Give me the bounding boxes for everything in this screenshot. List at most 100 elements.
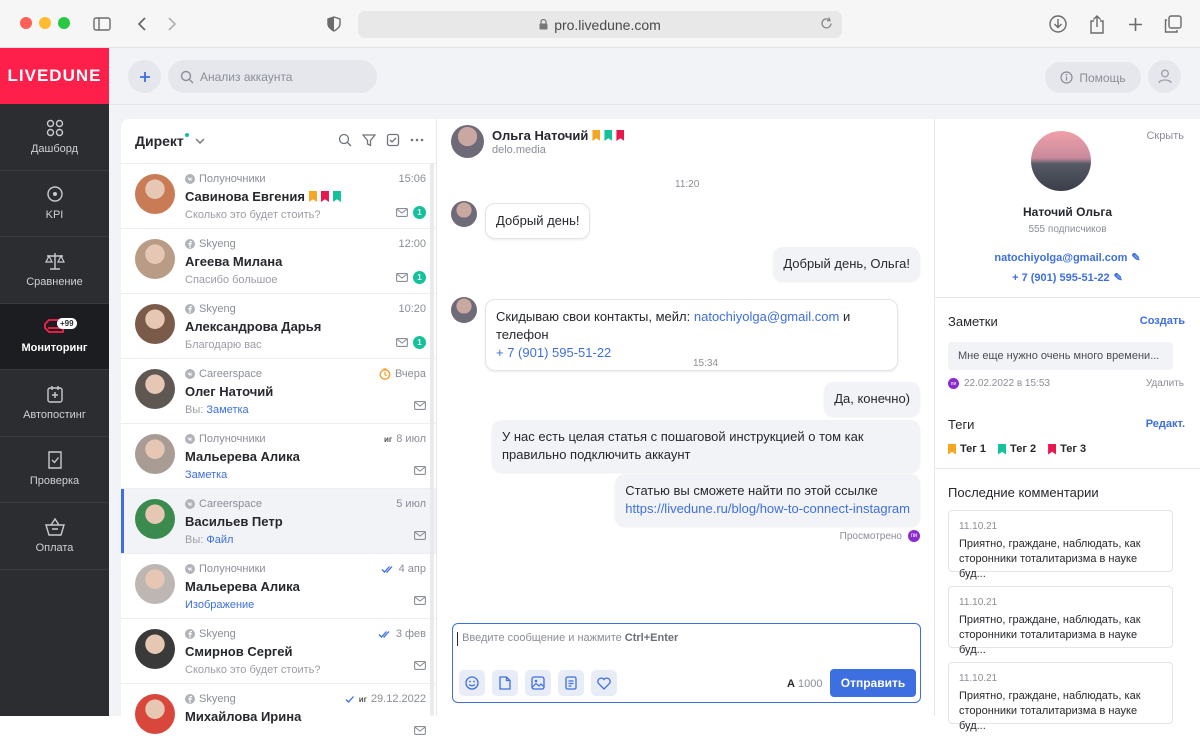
direct-panel: Директ Полуночники Савинова Евгения Скольк… [121,119,1200,735]
conversation-item[interactable]: Skyeng Агеева Милана Спасибо большое 12:00 1 [121,228,436,293]
tag-item[interactable]: Тег 1 [948,443,986,455]
profile-email[interactable]: natochiyolga@gmail.com ✎ [935,251,1200,264]
emoji-button[interactable] [459,670,485,696]
user-menu-button[interactable] [1148,60,1181,93]
help-label: Помощь [1079,70,1126,85]
conversation-item[interactable]: Полуночники Савинова Евгения Сколько это б… [121,163,436,228]
email-link[interactable]: natochiyolga@gmail.com [694,309,839,324]
search-icon[interactable] [338,133,352,147]
double-check-icon [381,565,393,573]
attach-image-button[interactable] [525,670,551,696]
chat-avatar[interactable] [451,125,484,158]
reload-icon[interactable] [820,17,833,33]
share-icon[interactable] [1085,12,1109,36]
article-link[interactable]: https://livedune.ru/blog/how-to-connect-… [625,501,910,516]
contact-name: Васильев Петр [185,514,283,529]
template-button[interactable] [558,670,584,696]
contact-name: Михайлова Ирина [185,709,302,724]
outgoing-message: Статью вы сможете найти по этой ссылке h… [615,474,920,526]
logo[interactable]: LIVEDUNE [0,48,109,104]
maximize-window-button[interactable] [58,17,70,29]
conversation-item[interactable]: Полуночники Мальерева Алика Изображение 4 а… [121,553,436,618]
comment-card[interactable]: 11.10.21 Приятно, граждане, наблюдать, к… [948,586,1173,656]
edit-pencil-icon[interactable]: ✎ [1114,272,1123,284]
list-title[interactable]: Директ [135,133,184,149]
minimize-window-button[interactable] [39,17,51,29]
sidebar-item-kpi[interactable]: KPI [0,171,109,237]
char-counter: A 1000 [787,678,823,690]
create-note-button[interactable]: Создать [1140,315,1185,327]
send-button[interactable]: Отправить [830,669,916,697]
chat-contact-name[interactable]: Ольга Наточий [492,128,625,143]
hide-profile-link[interactable]: Скрыть [1146,130,1184,142]
phone-link[interactable]: + 7 (901) 595-51-22 [496,345,611,360]
comments-title: Последние комментарии [948,485,1099,500]
scrollbar[interactable] [430,163,434,716]
sidebar-item-compare[interactable]: Сравнение [0,237,109,304]
plus-icon [139,71,150,82]
tag-item[interactable]: Тег 3 [1048,443,1086,455]
message-input[interactable]: Введите сообщение и нажмите Ctrl+Enter A… [452,623,921,703]
scales-icon [44,252,65,270]
forward-icon[interactable] [160,12,184,36]
source-account: Полуночники [185,173,266,185]
sidebar-item-check[interactable]: Проверка [0,437,109,503]
conversation-item[interactable]: Skyeng Смирнов Сергей Сколько это будет ст… [121,618,436,683]
source-account: Careerspace [185,368,262,380]
download-icon[interactable] [1046,12,1070,36]
conversation-item[interactable]: Careerspace Васильев Петр Вы: Файл 5 июл [121,488,436,553]
lock-icon [539,17,548,33]
tabs-overview-icon[interactable] [1161,12,1185,36]
attach-file-button[interactable] [492,670,518,696]
filter-icon[interactable] [362,133,376,147]
tag-item[interactable]: Тег 2 [998,443,1036,455]
facebook-icon [185,304,195,314]
conversation-item[interactable]: Careerspace Олег Наточий Вы: Заметка Вчера [121,358,436,423]
comment-card[interactable]: 11.10.21 Приятно, граждане, наблюдать, к… [948,510,1173,580]
add-button[interactable] [128,60,161,93]
shield-icon[interactable] [322,12,346,36]
flag-icon [616,130,625,141]
sidebar-item-monitoring[interactable]: +99 Мониторинг [0,303,109,370]
conversation-item[interactable]: Skyeng Александрова Дарья Благодарю вас 10:… [121,293,436,358]
avatar [135,304,175,344]
conversation-item[interactable]: Полуночники Мальерева Алика Заметка иг 8 июл [121,423,436,488]
address-bar[interactable]: pro.livedune.com [358,11,842,38]
message-meta [414,661,426,670]
flag-icon [332,191,341,202]
help-button[interactable]: Помощь [1045,62,1141,93]
back-icon[interactable] [130,12,154,36]
sidebar-toggle-icon[interactable] [90,12,114,36]
profile-name: Наточий Ольга [1023,205,1112,219]
smile-icon [465,676,479,690]
note-item[interactable]: Мне еще нужно очень много времени... [948,342,1173,370]
sidebar-item-dashboard[interactable]: Дашборд [0,104,109,171]
new-tab-icon[interactable] [1123,12,1147,36]
profile-phone[interactable]: + 7 (901) 595-51-22 ✎ [935,271,1200,284]
message-preview: Вы: Заметка [185,404,249,416]
favorite-button[interactable] [591,670,617,696]
chevron-down-icon[interactable] [195,138,205,145]
avatar [135,499,175,539]
sidebar-item-label: Сравнение [26,275,83,288]
message-meta: 1 [396,271,426,284]
comment-card[interactable]: 11.10.21 Приятно, граждане, наблюдать, к… [948,662,1173,732]
image-icon [531,676,545,690]
checkbox-icon[interactable] [386,133,400,147]
sidebar-item-payment[interactable]: Оплата [0,503,109,570]
contact-name: Агеева Милана [185,254,283,269]
close-window-button[interactable] [20,17,32,29]
document-icon [565,676,577,690]
flag-icon [604,130,613,141]
delete-note-button[interactable]: Удалить [1146,378,1184,389]
edit-pencil-icon[interactable]: ✎ [1131,252,1140,264]
message-meta [414,466,426,475]
edit-tags-button[interactable]: Редакт. [1146,418,1185,430]
basket-icon [44,517,65,536]
message-time: 10:20 [398,303,426,315]
account-search-input[interactable]: Анализ аккаунта [168,60,377,93]
sidebar-item-autopost[interactable]: Автопостинг [0,370,109,437]
message-preview: Вы: Файл [185,534,234,546]
message-preview: Благодарю вас [185,339,262,351]
more-icon[interactable] [410,133,424,147]
